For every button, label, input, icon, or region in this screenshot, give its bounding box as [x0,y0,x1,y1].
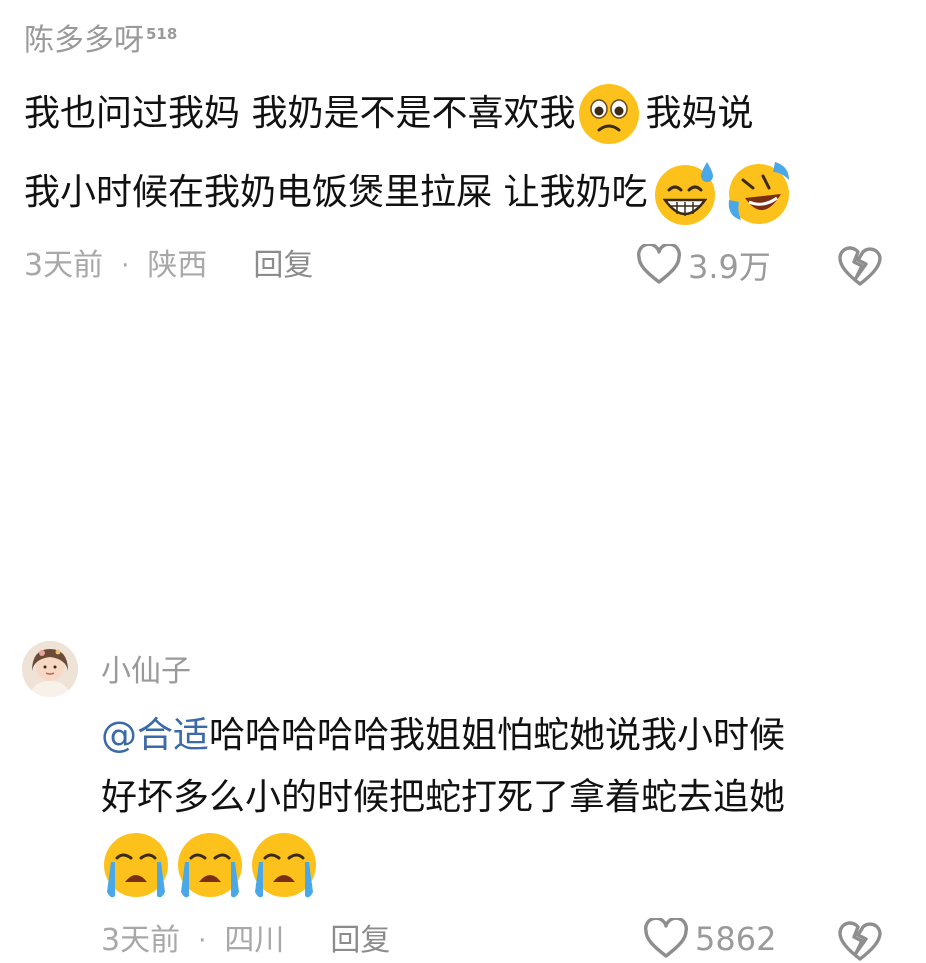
author-name[interactable]: 小仙子 [101,653,191,691]
comment-text-line: 我小时候在我奶电饭煲里拉屎 让我奶吃 [24,158,793,228]
comment-text: 哈哈哈哈哈我姐姐怕蛇她说我小时候 [209,715,786,756]
meta-separator: · [121,251,130,281]
like-count: 3.9万 [688,248,771,286]
author-badge: 518 [146,25,178,43]
comment-time: 3天前 [24,248,104,283]
comment-text-line: 我也问过我妈 我奶是不是不喜欢我 我妈说 [24,82,753,146]
comment-text-line: @合适 哈哈哈哈哈我姐姐怕蛇她说我小时候 [101,710,785,762]
avatar[interactable] [22,641,78,697]
broken-heart-icon [836,244,884,288]
comment-text: 我也问过我妈 我奶是不是不喜欢我 [24,93,576,134]
dislike-button[interactable] [836,244,884,288]
author-row: 小仙子 [101,653,191,691]
author-row: 陈多多呀 518 [24,22,177,60]
like-button[interactable]: 5862 [643,918,776,960]
comment-time: 3天前 [101,923,181,958]
crying-emoji [101,830,171,900]
heart-outline-icon [643,918,689,960]
rolling-laughing-emoji [723,158,793,228]
reply-button[interactable]: 回复 [330,921,390,961]
crying-emoji [249,830,319,900]
mention-link[interactable]: @合适 [101,710,209,762]
crying-emoji [175,830,245,900]
like-button[interactable]: 3.9万 [636,242,771,288]
frowning-emoji [577,82,641,146]
comment-meta: 3天前 · 陕西 回复 [24,246,313,286]
comment-text-line: 好坏多么小的时候把蛇打死了拿着蛇去追她 [101,772,785,824]
comment-text: 我妈说 [645,93,754,134]
comment-location: 四川 [224,923,285,958]
heart-outline-icon [636,244,682,286]
comment-meta: 3天前 · 四川 回复 [101,921,390,961]
comment-location: 陕西 [147,248,208,283]
comment-text: 我小时候在我奶电饭煲里拉屎 让我奶吃 [24,172,648,213]
author-name[interactable]: 陈多多呀 [24,22,144,60]
broken-heart-icon [836,919,884,963]
meta-separator: · [198,926,207,956]
like-count: 5862 [695,920,777,958]
comment-text: 好坏多么小的时候把蛇打死了拿着蛇去追她 [101,777,786,818]
dislike-button[interactable] [836,919,884,963]
emoji-row [101,830,319,900]
reply-button[interactable]: 回复 [253,246,313,286]
grinning-sweat-emoji [651,158,721,228]
